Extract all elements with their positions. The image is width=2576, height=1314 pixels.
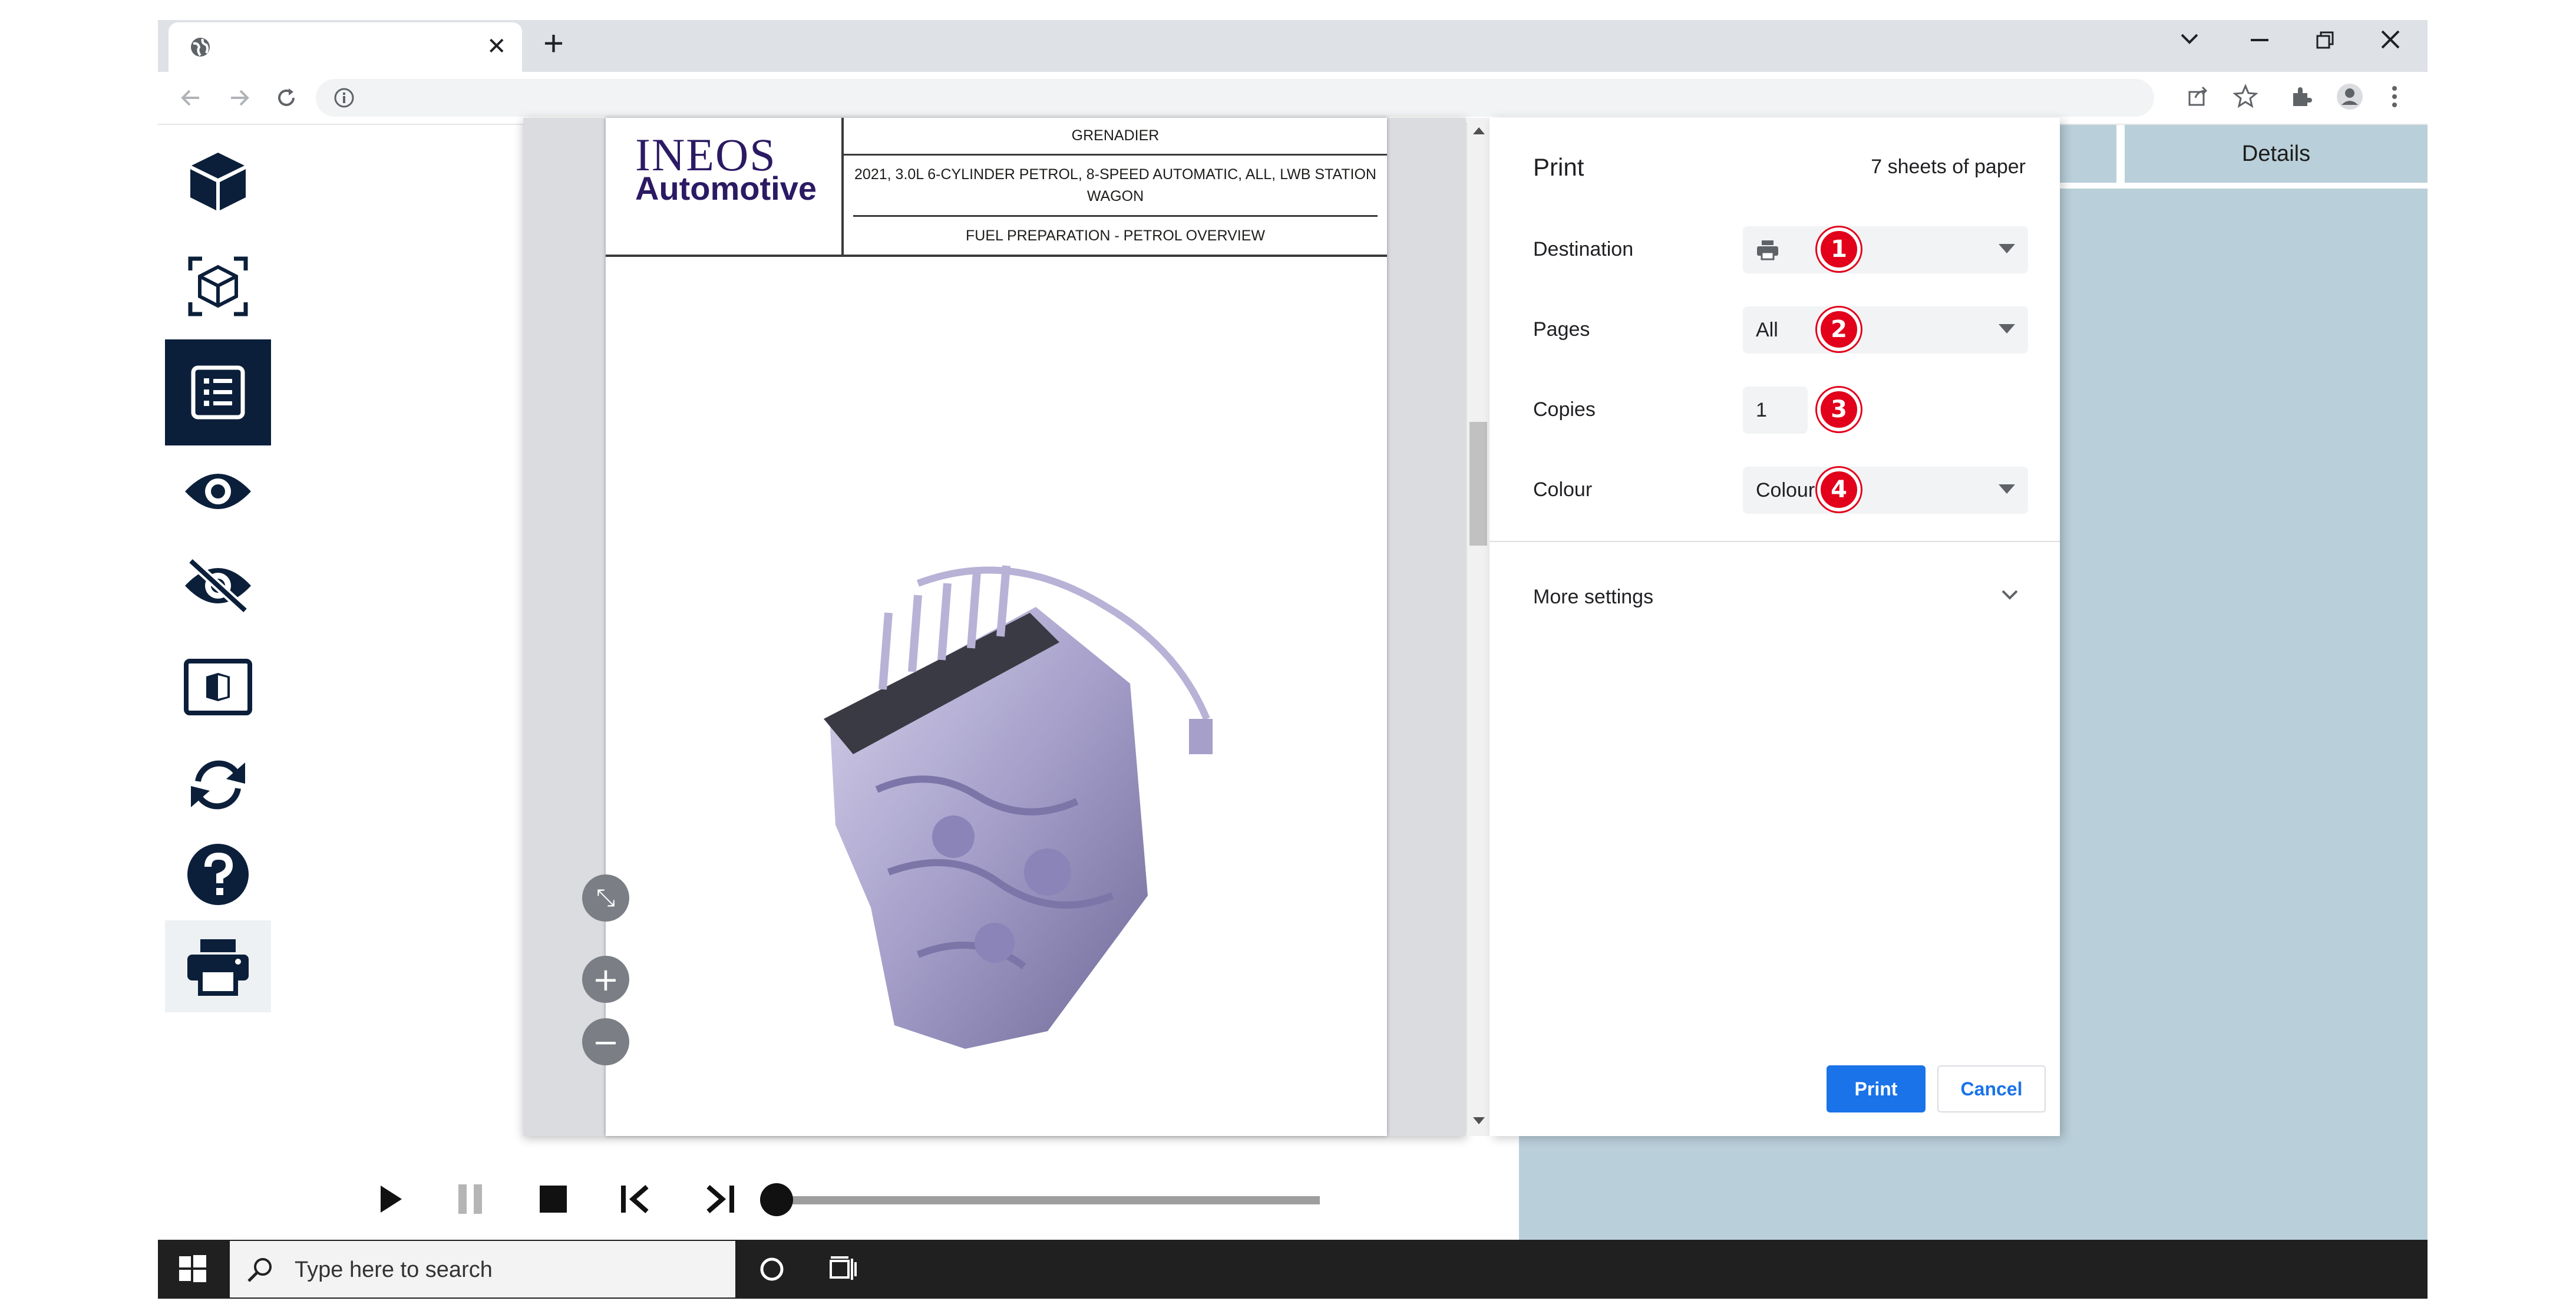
- windows-start-icon[interactable]: [179, 1255, 206, 1282]
- copies-value: 1: [1756, 398, 1767, 421]
- chevron-down-icon: [1999, 324, 2015, 334]
- chevron-down-icon: [1999, 244, 2015, 253]
- print-title: Print: [1533, 153, 1584, 181]
- reload-icon[interactable]: [275, 86, 298, 110]
- chevron-down-icon[interactable]: [2001, 589, 2019, 601]
- tab-close-icon[interactable]: ✕: [487, 33, 507, 60]
- preview-scrollbar[interactable]: [1467, 118, 1490, 1136]
- list-icon[interactable]: [165, 339, 271, 445]
- back-icon[interactable]: [179, 86, 203, 110]
- tab-details[interactable]: Details: [2116, 125, 2428, 189]
- colour-label: Colour: [1533, 478, 1593, 501]
- doc-model: GRENADIER: [844, 118, 1387, 156]
- profile-avatar[interactable]: [2336, 82, 2364, 111]
- copies-label: Copies: [1533, 398, 1596, 421]
- globe-icon: [189, 35, 212, 59]
- extensions-icon[interactable]: [2290, 85, 2313, 108]
- chevron-down-icon[interactable]: [2180, 33, 2199, 45]
- new-tab-button[interactable]: +: [543, 26, 564, 61]
- close-window-button[interactable]: [2380, 29, 2400, 49]
- skip-back-icon[interactable]: [620, 1184, 652, 1214]
- destination-label: Destination: [1533, 238, 1634, 260]
- chevron-down-icon: [1999, 484, 2015, 494]
- colour-value: Colour: [1756, 478, 1815, 501]
- scroll-down-arrow[interactable]: [1473, 1117, 1485, 1124]
- eye-off-icon[interactable]: [165, 534, 271, 638]
- cube-select-icon[interactable]: [165, 233, 271, 339]
- progress-track[interactable]: [775, 1196, 1320, 1204]
- print-icon[interactable]: [165, 920, 271, 1012]
- document-header: INEOS Automotive GRENADIER 2021, 3.0L 6-…: [606, 118, 1387, 257]
- share-icon[interactable]: [2186, 85, 2210, 108]
- task-view-icon[interactable]: [828, 1255, 858, 1283]
- pause-icon[interactable]: [457, 1183, 483, 1215]
- cube-icon[interactable]: [165, 128, 271, 235]
- minimize-button[interactable]: [2251, 39, 2268, 41]
- progress-thumb[interactable]: [760, 1183, 793, 1216]
- help-icon[interactable]: [165, 823, 271, 926]
- cancel-button[interactable]: Cancel: [1937, 1065, 2046, 1112]
- callout-badge-4: 4: [1817, 468, 1861, 511]
- forward-icon[interactable]: [227, 86, 251, 110]
- search-icon: [246, 1256, 275, 1285]
- taskbar-search[interactable]: Type here to search: [229, 1240, 737, 1299]
- pages-label: Pages: [1533, 318, 1590, 341]
- scroll-up-arrow[interactable]: [1473, 127, 1485, 134]
- pages-select[interactable]: All: [1743, 306, 2028, 354]
- sheet-count: 7 sheets of paper: [1871, 156, 2026, 178]
- callout-badge-2: 2: [1817, 308, 1861, 351]
- copies-input[interactable]: 1: [1743, 387, 1808, 434]
- cortana-icon[interactable]: [759, 1256, 785, 1282]
- colour-select[interactable]: Colour: [1743, 467, 2028, 514]
- browser-tab[interactable]: ✕: [169, 22, 522, 72]
- browser-menu-icon[interactable]: [2391, 85, 2398, 108]
- address-bar[interactable]: [316, 79, 2154, 117]
- play-icon[interactable]: [379, 1184, 403, 1214]
- more-settings-label[interactable]: More settings: [1533, 586, 1653, 609]
- callout-badge-3: 3: [1817, 388, 1861, 431]
- zoom-out-button[interactable]: −: [582, 1018, 629, 1065]
- restore-button[interactable]: [2316, 31, 2334, 49]
- zoom-in-button[interactable]: +: [582, 956, 629, 1003]
- pages-value: All: [1756, 318, 1778, 341]
- contrast-icon[interactable]: [165, 634, 271, 740]
- bookmark-star-icon[interactable]: [2233, 84, 2258, 108]
- refresh-icon[interactable]: [165, 732, 271, 838]
- skip-forward-icon[interactable]: [705, 1184, 737, 1214]
- info-icon[interactable]: [333, 87, 355, 108]
- eye-icon[interactable]: [165, 440, 271, 543]
- print-settings-panel: Print 7 sheets of paper Destination Page…: [1490, 118, 2060, 1136]
- fit-icon[interactable]: ⤡: [582, 874, 629, 922]
- engine-image: [800, 542, 1248, 1049]
- logo-automotive: Automotive: [635, 170, 817, 207]
- search-placeholder: Type here to search: [295, 1257, 493, 1282]
- callout-badge-1: 1: [1817, 227, 1861, 271]
- doc-section: FUEL PREPARATION - PETROL OVERVIEW: [966, 227, 1265, 244]
- printer-icon: [1757, 240, 1778, 260]
- preview-page: INEOS Automotive GRENADIER 2021, 3.0L 6-…: [606, 118, 1387, 1136]
- doc-spec: 2021, 3.0L 6-CYLINDER PETROL, 8-SPEED AU…: [853, 156, 1378, 217]
- scrollbar-thumb[interactable]: [1469, 422, 1487, 546]
- print-button[interactable]: Print: [1827, 1065, 1926, 1112]
- stop-icon[interactable]: [540, 1186, 567, 1213]
- settings-divider: [1490, 541, 2060, 542]
- destination-select[interactable]: [1743, 226, 2028, 273]
